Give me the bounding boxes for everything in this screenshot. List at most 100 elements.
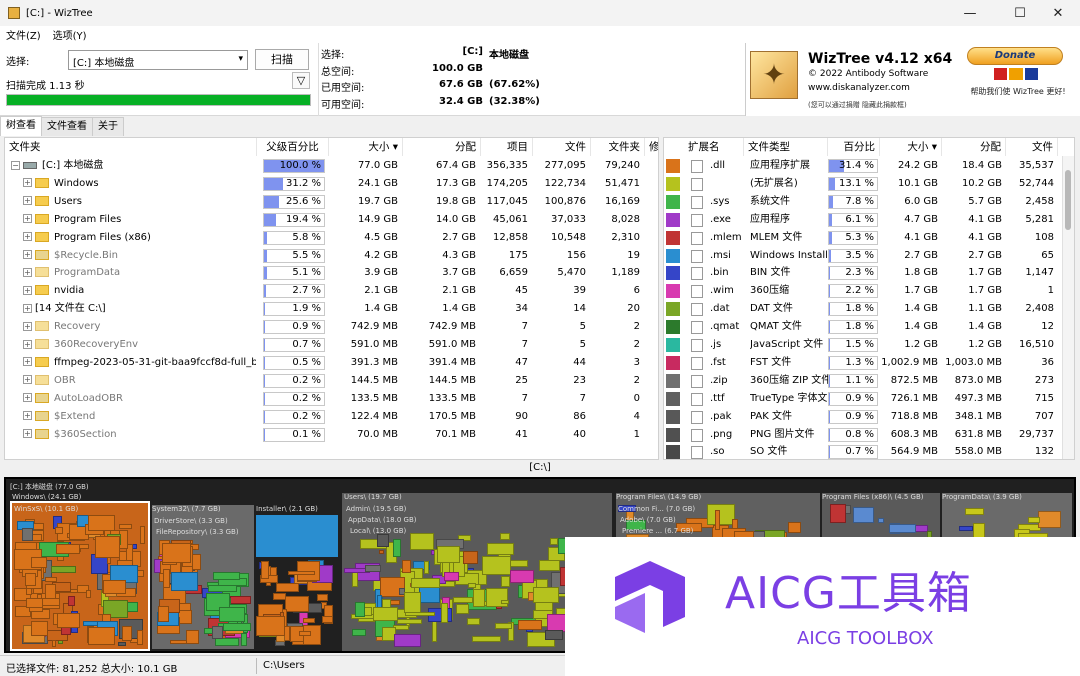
ext-row[interactable]: .qmat QMAT 文件 1.8 % 1.4 GB 1.4 GB 12 bbox=[664, 318, 1074, 336]
expand-icon[interactable]: + bbox=[23, 250, 32, 259]
extension-table[interactable]: 扩展名 文件类型 百分比 大小 ▾ 分配 文件 .dll 应用程序扩展 31.4 % 24.2 G… bbox=[663, 137, 1075, 460]
expand-icon[interactable]: + bbox=[23, 267, 32, 277]
ext-row[interactable]: .js JavaScript 文件 1.5 % 1.2 GB 1.2 GB 16,510 bbox=[664, 336, 1074, 354]
drive-select[interactable]: [C:] 本地磁盘 ▾ bbox=[68, 50, 248, 70]
ext-row[interactable]: (无扩展名) 13.1 % 10.1 GB 10.2 GB 52,744 bbox=[664, 175, 1074, 193]
treemap-installer[interactable] bbox=[256, 515, 338, 557]
ext-row[interactable]: .wim 360压缩 2.2 % 1.7 GB 1.7 GB 1 bbox=[664, 282, 1074, 300]
tree-row[interactable]: + Recovery 0.9 % 742.9 MB 742.9 MB 7 5 2 bbox=[5, 318, 658, 336]
filter-icon[interactable]: ▽ bbox=[292, 72, 310, 89]
ext-header-1[interactable]: 文件类型 bbox=[744, 138, 828, 156]
percent-bar: 0.7 % bbox=[263, 338, 325, 352]
expand-icon[interactable]: + bbox=[23, 303, 32, 313]
tree-row[interactable]: + nvidia 2.7 % 2.1 GB 2.1 GB 45 39 6 bbox=[5, 282, 658, 300]
tree-row[interactable]: + ffmpeg-2023-05-31-git-baa9fccf8d-full_b… bbox=[5, 354, 658, 372]
expand-icon[interactable]: + bbox=[23, 393, 32, 403]
menu-file[interactable]: 文件(Z) bbox=[0, 27, 47, 42]
ext-row[interactable]: .sys 系统文件 7.8 % 6.0 GB 5.7 GB 2,458 bbox=[664, 193, 1074, 211]
expand-icon[interactable]: + bbox=[23, 285, 32, 295]
tree-header-7[interactable]: 修 bbox=[645, 138, 658, 156]
ext-row[interactable]: .dat DAT 文件 1.8 % 1.4 GB 1.1 GB 2,408 bbox=[664, 300, 1074, 318]
color-swatch bbox=[666, 266, 680, 281]
ext-header-0[interactable]: 扩展名 bbox=[684, 138, 744, 156]
tree-header-0[interactable]: 文件夹 bbox=[5, 138, 257, 156]
tree-name-cell: + ffmpeg-2023-05-31-git-baa9fccf8d-full_b bbox=[11, 354, 256, 372]
ext-row[interactable]: .ttf TrueType 字体文 0.9 % 726.1 MB 497.3 MB 715 bbox=[664, 390, 1074, 408]
ext-row[interactable]: .fst FST 文件 1.3 % 1,002.9 MB 1,003.0 MB 36 bbox=[664, 354, 1074, 372]
expand-icon[interactable]: − bbox=[11, 160, 20, 170]
tree-row[interactable]: + Program Files (x86) 5.8 % 4.5 GB 2.7 GB 12,… bbox=[5, 229, 658, 247]
ext-header-2[interactable]: 百分比 bbox=[828, 138, 880, 156]
ext-row[interactable]: .zip 360压缩 ZIP 文件 1.1 % 872.5 MB 873.0 MB 273 bbox=[664, 372, 1074, 390]
tree-folders: 2,310 bbox=[611, 231, 640, 243]
treemap-block bbox=[455, 604, 469, 614]
tab-2[interactable]: 关于 bbox=[92, 117, 124, 136]
ext-row[interactable]: .bin BIN 文件 2.3 % 1.8 GB 1.7 GB 1,147 bbox=[664, 264, 1074, 282]
expand-icon[interactable]: + bbox=[23, 178, 32, 188]
tree-row[interactable]: + AutoLoadOBR 0.2 % 133.5 MB 133.5 MB 7 7 0 bbox=[5, 390, 658, 408]
expand-icon[interactable]: + bbox=[23, 411, 32, 421]
expand-icon[interactable]: + bbox=[23, 196, 32, 206]
tree-row[interactable]: + Program Files 19.4 % 14.9 GB 14.0 GB 45,061… bbox=[5, 211, 658, 229]
percent-text: 1.8 % bbox=[845, 303, 874, 315]
tree-row[interactable]: + [14 文件在 C:\] 1.9 % 1.4 GB 1.4 GB 34 14 20 bbox=[5, 300, 658, 318]
expand-icon[interactable]: + bbox=[23, 375, 32, 385]
donate-button[interactable]: Donate bbox=[967, 47, 1063, 65]
tree-row[interactable]: − [C:] 本地磁盘 100.0 % 77.0 GB 67.4 GB 356,335 27… bbox=[5, 157, 658, 175]
percent-text: 25.6 % bbox=[286, 195, 321, 207]
scan-button[interactable]: 扫描 bbox=[255, 49, 309, 70]
ext-row[interactable]: .msi Windows Installe 3.5 % 2.7 GB 2.7 GB 65 bbox=[664, 247, 1074, 265]
tree-header-2[interactable]: 大小 ▾ bbox=[329, 138, 403, 156]
color-swatch bbox=[666, 355, 680, 370]
ext-row[interactable]: .mlem MLEM 文件 5.3 % 4.1 GB 4.1 GB 108 bbox=[664, 229, 1074, 247]
ext-name bbox=[710, 175, 744, 193]
expand-icon[interactable]: + bbox=[23, 357, 32, 367]
tree-row[interactable]: + OBR 0.2 % 144.5 MB 144.5 MB 25 23 2 bbox=[5, 372, 658, 390]
treemap-block bbox=[878, 518, 885, 524]
ext-header-3[interactable]: 大小 ▾ bbox=[880, 138, 942, 156]
tab-0[interactable]: 树查看 bbox=[0, 116, 42, 136]
expand-icon[interactable]: + bbox=[23, 429, 32, 438]
ext-row[interactable]: .dll 应用程序扩展 31.4 % 24.2 GB 18.4 GB 35,537 bbox=[664, 157, 1074, 175]
ext-row[interactable]: .exe 应用程序 6.1 % 4.7 GB 4.1 GB 5,281 bbox=[664, 211, 1074, 229]
treemap-block bbox=[240, 633, 248, 646]
minimize-button[interactable]: — bbox=[948, 0, 992, 26]
ext-files: 273 bbox=[1034, 374, 1054, 386]
folder-tree-table[interactable]: 文件夹 父级百分比 大小 ▾ 分配 项目 文件 文件夹修 − [C:] 本地磁盘 100.0 % 7… bbox=[4, 137, 659, 460]
ext-row[interactable]: .so SO 文件 0.7 % 564.9 MB 558.0 MB 132 bbox=[664, 443, 1074, 459]
tab-1[interactable]: 文件查看 bbox=[41, 117, 93, 136]
tree-row[interactable]: + ProgramData 5.1 % 3.9 GB 3.7 GB 6,659 5,470 1… bbox=[5, 264, 658, 282]
ext-row[interactable]: .pak PAK 文件 0.9 % 718.8 MB 348.1 MB 707 bbox=[664, 408, 1074, 426]
menu-options[interactable]: 选项(Y) bbox=[47, 27, 93, 42]
tree-row[interactable]: + Users 25.6 % 19.7 GB 19.8 GB 117,045 100,876… bbox=[5, 193, 658, 211]
tree-name: 360RecoveryEnv bbox=[54, 339, 139, 350]
tree-files: 5 bbox=[579, 339, 586, 350]
ext-alloc: 4.1 GB bbox=[968, 231, 1002, 243]
tree-header-3[interactable]: 分配 bbox=[403, 138, 481, 156]
ext-row[interactable]: .png PNG 图片文件 0.8 % 608.3 MB 631.8 MB 29,737 bbox=[664, 426, 1074, 444]
file-icon bbox=[691, 339, 703, 352]
website-link[interactable]: www.diskanalyzer.com bbox=[808, 83, 910, 93]
tree-header-5[interactable]: 文件 bbox=[533, 138, 591, 156]
ext-header-5[interactable]: 文件 bbox=[1006, 138, 1058, 156]
tree-header-4[interactable]: 项目 bbox=[481, 138, 533, 156]
close-button[interactable]: ✕ bbox=[1036, 0, 1080, 26]
treemap-block bbox=[964, 507, 984, 515]
expand-icon[interactable]: + bbox=[23, 339, 32, 349]
tree-row[interactable]: +360RecoveryEnv 0.7 % 591.0 MB 591.0 MB 7 5 2 bbox=[5, 336, 658, 354]
ext-header-4[interactable]: 分配 bbox=[942, 138, 1006, 156]
tree-header-6[interactable]: 文件夹 bbox=[591, 138, 645, 156]
expand-icon[interactable]: + bbox=[23, 232, 32, 242]
ext-alloc: 10.2 GB bbox=[961, 177, 1002, 189]
tree-row[interactable]: + Windows 31.2 % 24.1 GB 17.3 GB 174,205 122,7… bbox=[5, 175, 658, 193]
tree-row[interactable]: + $360Section 0.1 % 70.0 MB 70.1 MB 41 40 1 bbox=[5, 426, 658, 444]
treemap-label-adobe: Adobe\ (7.0 GB) bbox=[620, 516, 676, 524]
tree-name: Windows bbox=[54, 177, 99, 189]
tree-row[interactable]: + $Recycle.Bin 5.5 % 4.2 GB 4.3 GB 175 156 19 bbox=[5, 247, 658, 265]
tree-header-1[interactable]: 父级百分比 bbox=[257, 138, 329, 156]
percent-fill bbox=[264, 392, 266, 405]
expand-icon[interactable]: + bbox=[23, 321, 32, 331]
expand-icon[interactable]: + bbox=[23, 214, 32, 224]
tree-row[interactable]: + $Extend 0.2 % 122.4 MB 170.5 MB 90 86 4 bbox=[5, 408, 658, 426]
ext-files: 5,281 bbox=[1025, 213, 1054, 225]
